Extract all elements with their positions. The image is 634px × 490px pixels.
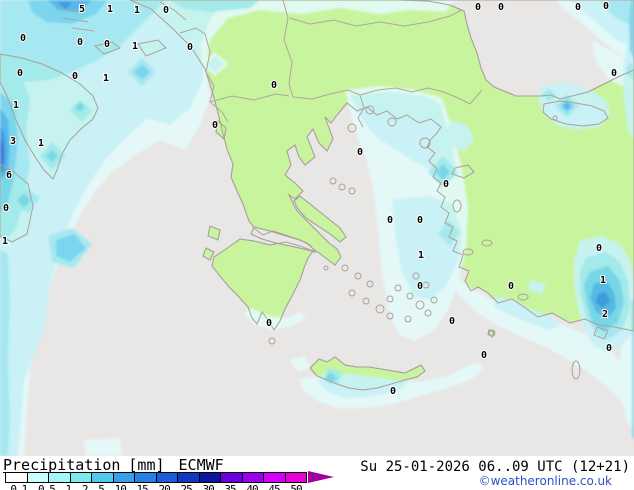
precip-value-label: 0 [475, 2, 481, 13]
colorbar-tick: 30 [202, 483, 214, 490]
precip-value-label: 0 [271, 80, 277, 91]
colorbar-tick-labels: 0.1 0.5 1 2 5 10 15 20 25 30 35 40 45 50 [5, 483, 307, 490]
precip-value-label: 0 [387, 215, 393, 226]
legend-footer: Precipitation [mm] ECMWF 0.1 0.5 1 2 5 10 15 20 25… [0, 456, 634, 490]
colorbar-tick: 0.1 [10, 483, 28, 490]
colorbar-segment [242, 473, 264, 482]
precip-value-label: 5 [79, 4, 85, 15]
precip-value-label: 0 [481, 350, 487, 361]
precip-value-label: 1 [2, 236, 8, 247]
colorbar-segment [221, 473, 243, 482]
colorbar-tick: 50 [290, 483, 302, 490]
colorbar-segment [70, 473, 92, 482]
precip-value-label: 0 [17, 68, 23, 79]
precip-value-label: 0 [357, 147, 363, 158]
colorbar-tick: 2 [81, 483, 89, 490]
precip-value-label: 0 [163, 5, 169, 16]
precip-value-label: 1 [38, 138, 44, 149]
precip-value-label: 1 [103, 73, 109, 84]
precip-value-label: 0 [77, 37, 83, 48]
precip-value-label: 0 [187, 42, 193, 53]
precip-value-label: 0 [575, 2, 581, 13]
colorbar-tick: 40 [246, 483, 258, 490]
precip-value-label: 0 [417, 281, 423, 292]
colorbar-overflow-arrow [308, 471, 334, 483]
colorbar-segment [156, 473, 178, 482]
colorbar-segment [178, 473, 200, 482]
colorbar-segment [27, 473, 49, 482]
colorbar-segment [113, 473, 135, 482]
precip-value-label: 1 [13, 100, 19, 111]
precip-value-label: 0 [508, 281, 514, 292]
precip-value-label: 0 [3, 203, 9, 214]
colorbar-tick: 5 [98, 483, 105, 490]
colorbar-segment [264, 473, 286, 482]
precip-value-label: 1 [132, 41, 138, 52]
precip-value-label: 0 [20, 33, 26, 44]
precip-value-label: 1 [134, 5, 140, 16]
precip-value-label: 1 [600, 275, 606, 286]
precip-value-label: 0 [390, 386, 396, 397]
precip-value-label: 0 [266, 318, 272, 329]
colorbar-tick: 45 [268, 483, 280, 490]
precip-value-label: 0 [611, 68, 617, 79]
precip-value-label: 6 [6, 170, 12, 181]
colorbar-segment [285, 473, 306, 482]
colorbar-segment [92, 473, 114, 482]
precip-value-label: 1 [107, 4, 113, 15]
precip-value-label: 0 [498, 2, 504, 13]
weather-map-app: 0511000100113160100000001000000012000000… [0, 0, 634, 490]
precip-value-label: 0 [212, 120, 218, 131]
precip-value-label: 0 [72, 71, 78, 82]
precip-value-label: 0 [596, 243, 602, 254]
precip-value-label: 0 [449, 316, 455, 327]
precip-value-label: 0 [417, 215, 423, 226]
colorbar-segment [49, 473, 71, 482]
precipitation-colorbar [5, 472, 307, 483]
colorbar-segment [199, 473, 221, 482]
map-canvas: 0 5 1 1 0 0 0 1 0 0 1 1 3 1 6 0 1 0 0 0 0 0 0 0 1 0 0 0 0 0 0 0 1 2 0 0 0 0 0 0 [0, 0, 634, 456]
precip-value-label: 0 [104, 39, 110, 50]
precip-value-label: 0 [603, 1, 609, 12]
precip-value-label: 1 [418, 250, 424, 261]
colorbar-segment [6, 473, 28, 482]
colorbar-tick: 10 [114, 483, 127, 490]
colorbar-tick: 15 [136, 483, 149, 490]
colorbar-tick: 1 [65, 483, 73, 490]
precip-value-label: 2 [602, 309, 608, 320]
precip-value-label: 0 [606, 343, 612, 354]
forecast-datetime: Su 25-01-2026 06..09 UTC (12+21) [360, 459, 630, 475]
colorbar-segment [135, 473, 157, 482]
colorbar-tick: 0.5 [37, 483, 56, 490]
precipitation-map: 0 5 1 1 0 0 0 1 0 0 1 1 3 1 6 0 1 0 0 0 0 0 0 0 1 0 0 0 0 0 0 0 1 2 0 0 0 0 0 0 [0, 0, 634, 456]
precip-value-label: 3 [10, 136, 16, 147]
copyright-link[interactable]: ©weatheronline.co.uk [479, 474, 612, 488]
colorbar-tick: 35 [224, 483, 236, 490]
colorbar-tick: 25 [180, 483, 192, 490]
colorbar-tick: 20 [158, 483, 171, 490]
precip-value-label: 0 [443, 179, 449, 190]
